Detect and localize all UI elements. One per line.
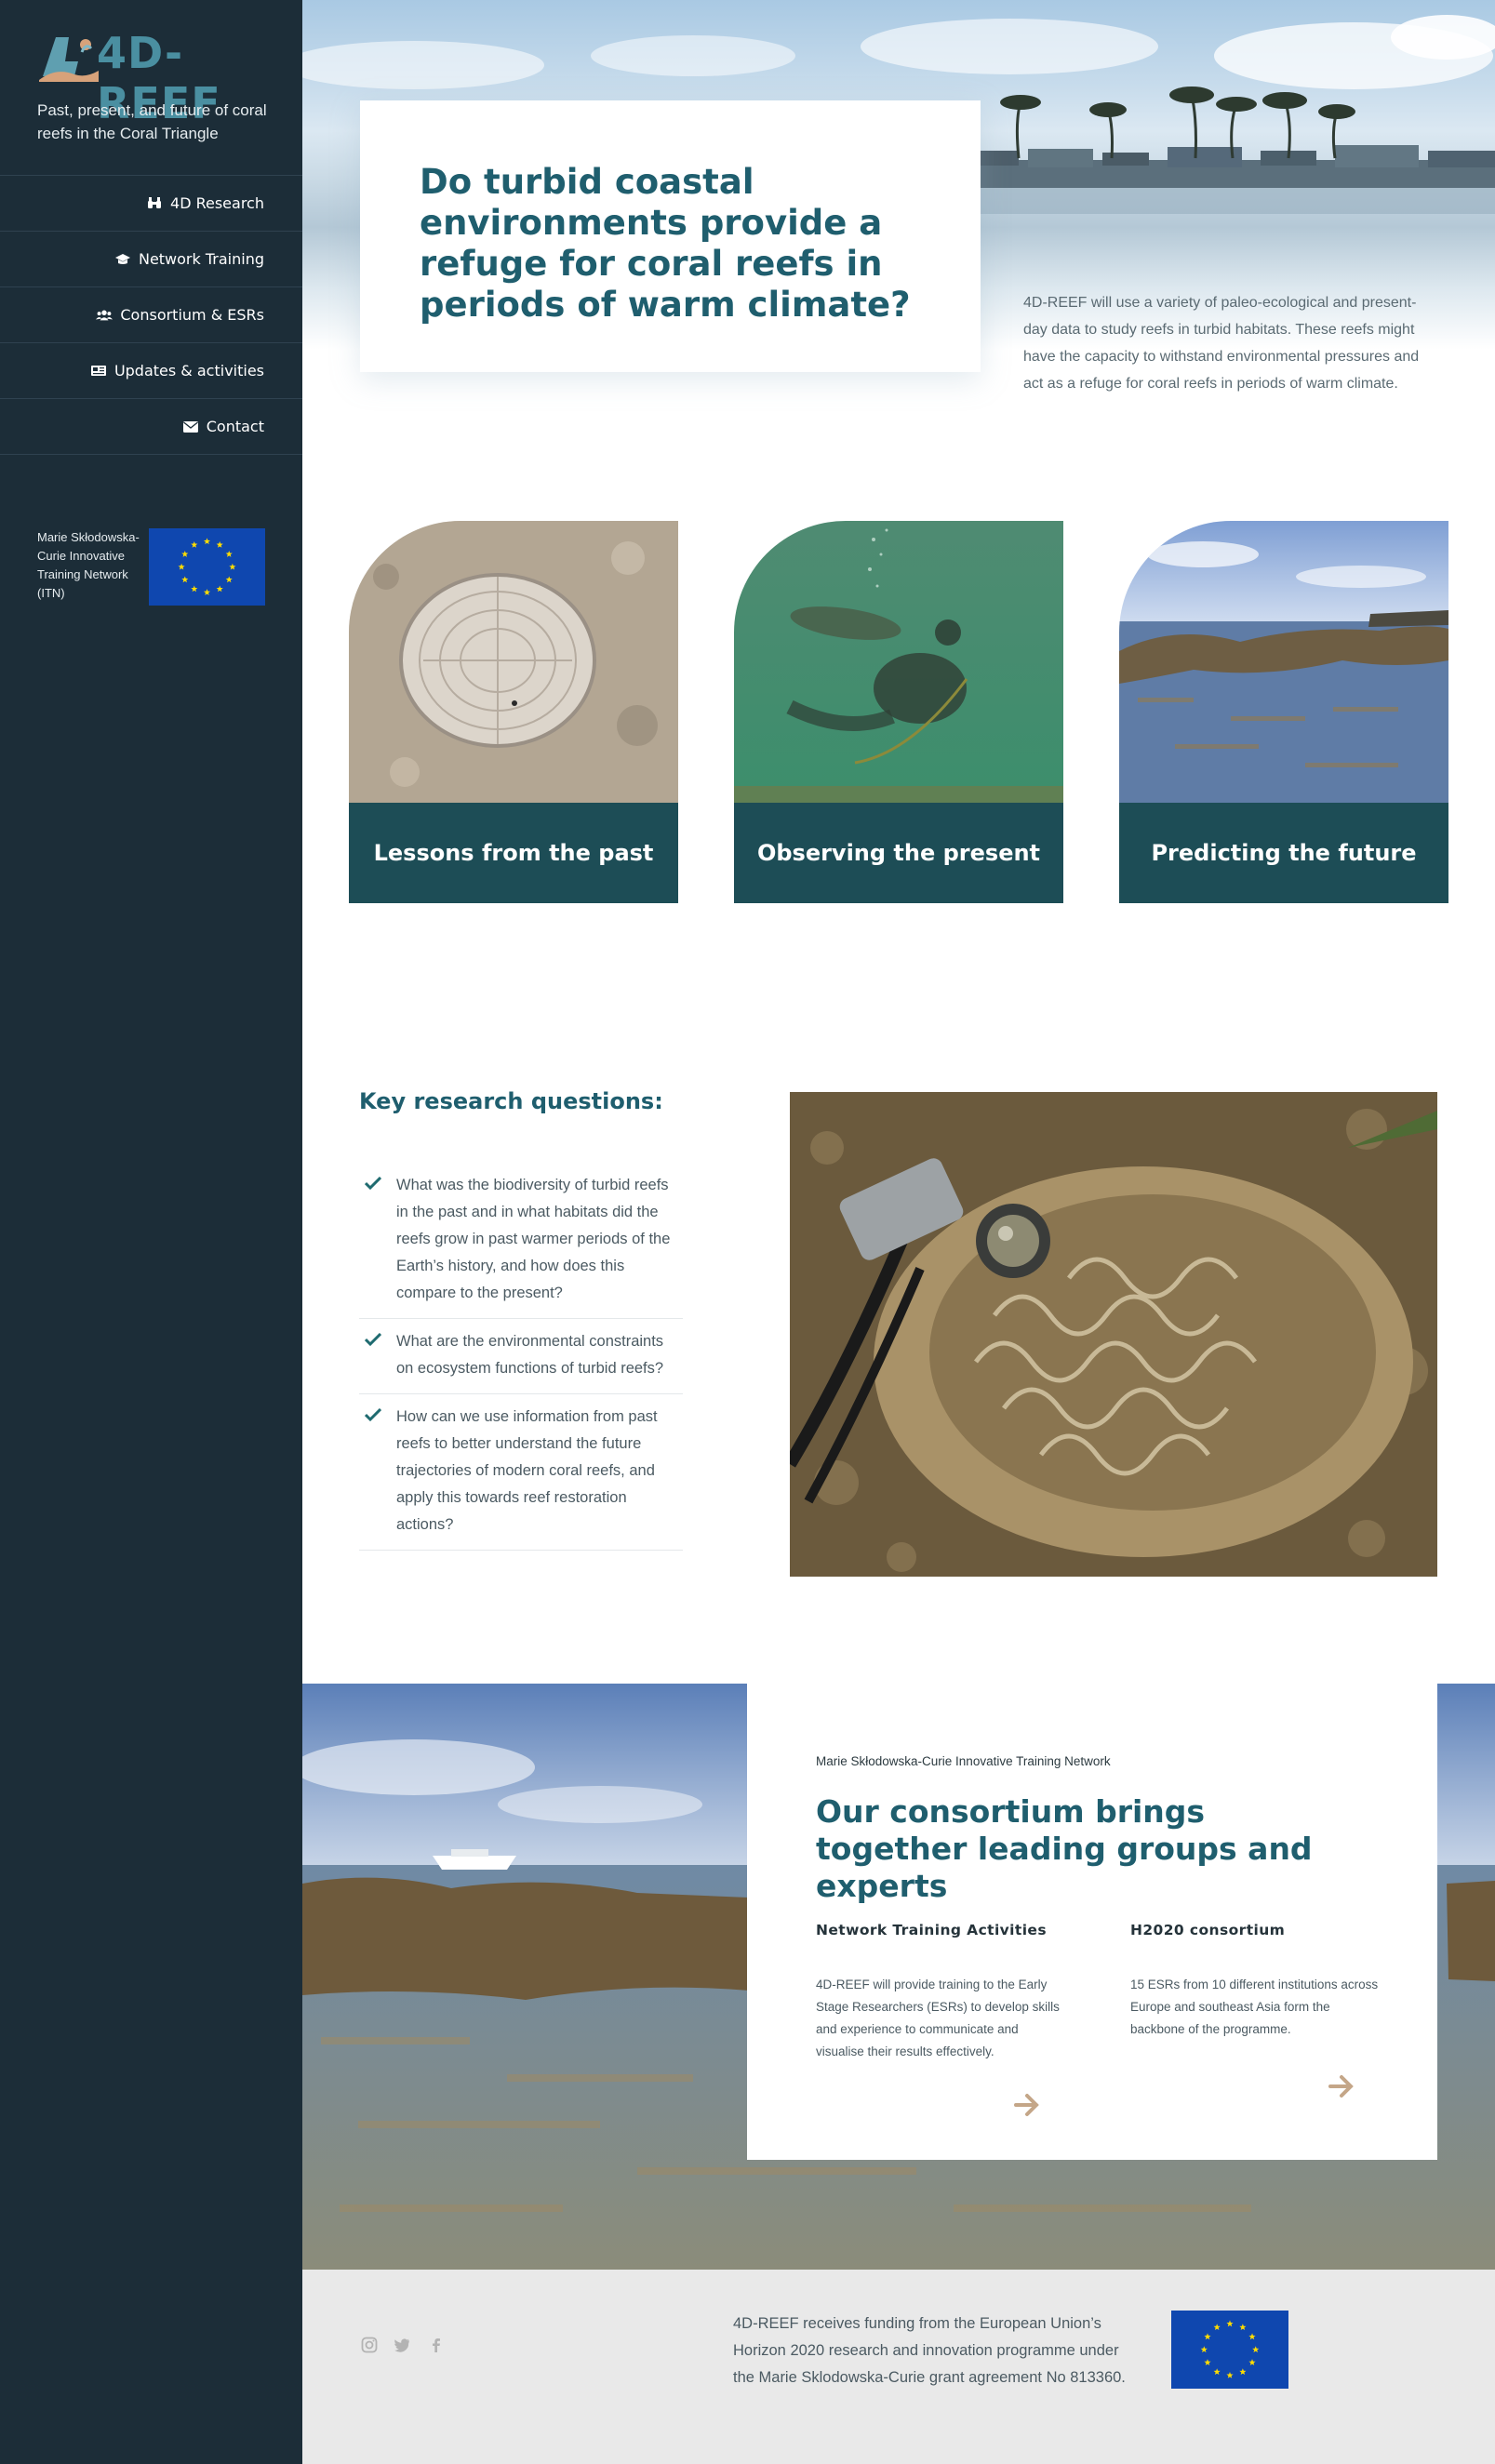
sidebar: 4D-REEF Past, present, and future of cor… — [0, 0, 302, 2464]
feature-card-future[interactable]: Predicting the future — [1119, 521, 1448, 903]
eu-star — [229, 563, 236, 570]
arrow-right-icon[interactable] — [1328, 2074, 1355, 2098]
feature-band: Predicting the future — [1119, 803, 1448, 903]
eu-star — [191, 541, 198, 548]
eu-star — [1248, 2359, 1256, 2365]
fossil-coral-image — [349, 521, 678, 804]
newspaper-icon — [90, 365, 107, 378]
msca-label: Marie Skłodowska-Curie Innovative Traini… — [37, 530, 140, 600]
eu-flag-icon — [1171, 2311, 1288, 2389]
column-text: 4D-REEF will provide training to the Ear… — [816, 1978, 1060, 2058]
nav-item-4d-research[interactable]: 4D Research — [0, 176, 302, 232]
eu-star — [225, 576, 233, 583]
hero-title: Do turbid coastal environments provide a… — [420, 162, 911, 325]
question-text: What are the environmental constraints o… — [396, 1333, 664, 1377]
check-icon — [359, 1328, 396, 1382]
graduation-cap-icon — [114, 253, 131, 266]
eu-star — [1239, 2324, 1247, 2331]
column-heading: H2020 consortium — [1130, 1922, 1286, 1938]
nav-item-contact[interactable]: Contact — [0, 399, 302, 455]
binoculars-icon — [146, 197, 163, 210]
eu-star — [1204, 2333, 1211, 2340]
feature-band: Observing the present — [734, 803, 1063, 903]
research-questions-title: Key research questions: — [359, 1088, 663, 1114]
nav-label: Consortium & ESRs — [120, 306, 264, 324]
users-icon — [96, 309, 113, 322]
eu-star — [225, 551, 233, 557]
hero-card: Do turbid coastal environments provide a… — [360, 100, 981, 372]
nav-item-updates[interactable]: Updates & activities — [0, 343, 302, 399]
nav-label: 4D Research — [170, 194, 264, 212]
eu-star — [216, 585, 223, 593]
eu-star — [203, 589, 211, 595]
site-footer: 4D-REEF receives funding from the Europe… — [302, 2270, 1495, 2464]
arrow-right-icon[interactable] — [1014, 2093, 1040, 2117]
facebook-icon[interactable] — [428, 2337, 445, 2353]
question-text: How can we use information from past ree… — [396, 1408, 658, 1533]
reef-flat-image — [1119, 521, 1448, 804]
feature-label: Observing the present — [756, 840, 1041, 866]
feature-card-past[interactable]: Lessons from the past — [349, 521, 678, 903]
h2020-consortium-column: H2020 consortium 15 ESRs from 10 differe… — [1130, 1922, 1382, 2041]
network-training-column: Network Training Activities 4D-REEF will… — [816, 1922, 1067, 2063]
column-heading: Network Training Activities — [816, 1922, 1047, 1938]
hero-description: 4D-REEF will use a variety of paleo-ecol… — [1023, 295, 1420, 392]
eu-star — [1213, 2324, 1221, 2331]
eu-star — [1226, 2320, 1234, 2327]
consortium-card: Marie Skłodowska-Curie Innovative Traini… — [747, 1684, 1437, 2160]
coral-with-loupe-image — [790, 1092, 1437, 1577]
nav-item-network-training[interactable]: Network Training — [0, 232, 302, 287]
eu-star — [216, 541, 223, 548]
eu-star — [1248, 2333, 1256, 2340]
site-tagline: Past, present, and future of coral reefs… — [37, 101, 267, 142]
nav-label: Contact — [206, 418, 264, 435]
feature-label: Predicting the future — [1151, 840, 1417, 866]
list-item: What was the biodiversity of turbid reef… — [359, 1163, 683, 1319]
research-questions-list: What was the biodiversity of turbid reef… — [359, 1163, 683, 1551]
funding-statement: 4D-REEF receives funding from the Europe… — [733, 2315, 1126, 2386]
eu-flag-icon — [149, 528, 265, 606]
nav-label: Network Training — [138, 250, 264, 268]
eu-star — [1252, 2346, 1260, 2353]
consortium-title: Our consortium brings together leading g… — [816, 1793, 1313, 1904]
eu-star — [1200, 2346, 1208, 2353]
column-text: 15 ESRs from 10 different institutions a… — [1130, 1978, 1379, 2036]
eu-star — [178, 563, 185, 570]
envelope-icon — [182, 420, 199, 433]
eu-star — [181, 576, 189, 583]
eu-star — [1213, 2368, 1221, 2376]
nav-label: Updates & activities — [113, 362, 264, 380]
instagram-icon[interactable] — [361, 2337, 378, 2353]
nav-item-consortium[interactable]: Consortium & ESRs — [0, 287, 302, 343]
eu-star — [1226, 2371, 1234, 2378]
diver-underwater-image — [734, 521, 1063, 804]
question-text: What was the biodiversity of turbid reef… — [396, 1177, 671, 1301]
check-icon — [359, 1172, 396, 1307]
eu-star — [203, 538, 211, 545]
island-village-image — [954, 87, 1495, 214]
feature-band: Lessons from the past — [349, 803, 678, 903]
feature-label: Lessons from the past — [373, 840, 654, 866]
main-nav: 4D Research Network Training Consortium … — [0, 175, 302, 455]
eu-star — [1239, 2368, 1247, 2376]
eu-star — [181, 551, 189, 557]
site-logo[interactable]: 4D-REEF — [37, 22, 270, 128]
reef-logo-icon — [39, 37, 99, 82]
list-item: How can we use information from past ree… — [359, 1394, 683, 1551]
consortium-kicker: Marie Skłodowska-Curie Innovative Traini… — [816, 1754, 1111, 1768]
check-icon — [359, 1404, 396, 1538]
feature-card-present[interactable]: Observing the present — [734, 521, 1063, 903]
twitter-icon[interactable] — [394, 2337, 410, 2353]
list-item: What are the environmental constraints o… — [359, 1319, 683, 1394]
eu-star — [191, 585, 198, 593]
eu-star — [1204, 2359, 1211, 2365]
